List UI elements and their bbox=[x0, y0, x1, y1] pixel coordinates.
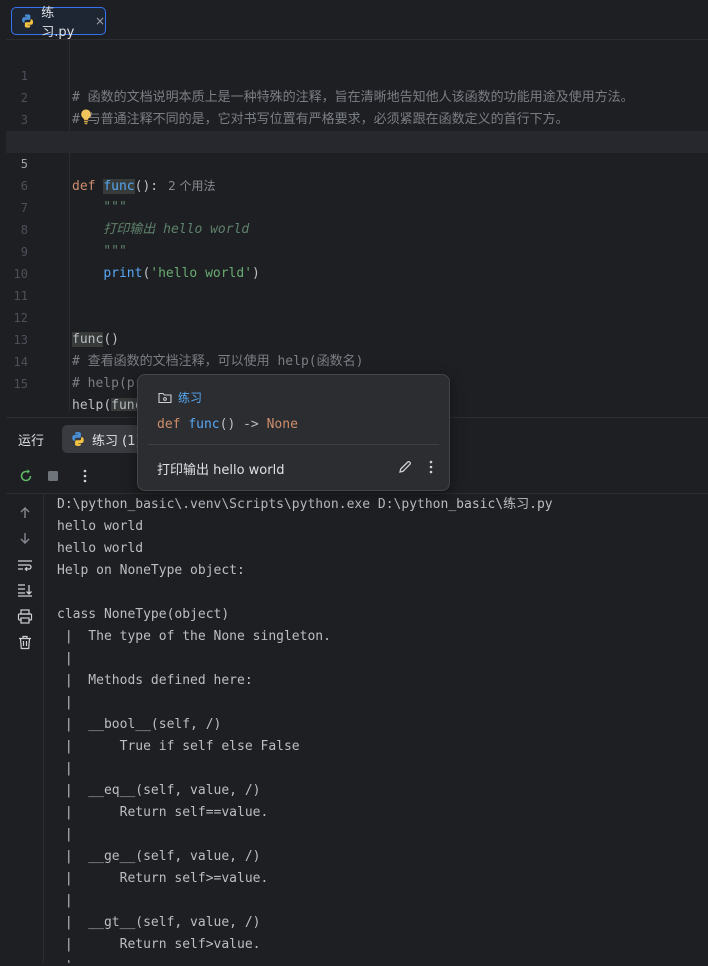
code-line: 13 # 查看函数的文档注释，可以使用 help(函数名) bbox=[6, 307, 708, 369]
trash-icon[interactable] bbox=[16, 633, 34, 651]
code-line: 1 # 函数的文档说明本质上是一种特殊的注释，旨在清晰地告知他人该函数的功能用途… bbox=[6, 43, 708, 105]
console-line: | __ge__(self, value, /) bbox=[57, 849, 261, 864]
console-line: Help on NoneType object: bbox=[57, 563, 245, 578]
editor-pane: 练习.py × 1 # 函数的文档说明本质上是一种特殊的注释，旨在清晰地告知他人… bbox=[6, 0, 708, 411]
console-output[interactable]: D:\python_basic\.venv\Scripts\python.exe… bbox=[57, 494, 697, 963]
lightbulb-icon[interactable] bbox=[78, 108, 94, 126]
console-line: | Return self>value. bbox=[57, 937, 261, 952]
file-tab-label: 练习.py bbox=[41, 6, 75, 40]
run-tab-label: 练习 (1) bbox=[92, 433, 141, 449]
run-panel: 运行 练习 (1) D:\python_basic\.venv\Scripts\… bbox=[6, 417, 708, 963]
console-line: | Return self==value. bbox=[57, 805, 269, 820]
line-number: 15 bbox=[13, 377, 28, 391]
code-line: 12 func() bbox=[6, 285, 708, 347]
close-tab-icon[interactable]: × bbox=[95, 14, 105, 28]
popup-divider bbox=[148, 444, 439, 445]
console-line: | bbox=[57, 827, 73, 842]
code-line: 4 bbox=[6, 109, 708, 149]
python-file-icon bbox=[22, 14, 34, 28]
code-line: 7 打印输出 hello world bbox=[6, 175, 708, 237]
code-line: 2 # 与普通注释不同的是，它对书写位置有严格要求，必须紧跟在函数定义的首行下方… bbox=[6, 65, 708, 127]
console-line: | __gt__(self, value, /) bbox=[57, 915, 261, 930]
stop-icon[interactable] bbox=[44, 467, 62, 485]
popup-module[interactable]: 练习 bbox=[158, 389, 202, 406]
code-line: 8 """ bbox=[6, 197, 708, 259]
console-line: | The type of the None singleton. bbox=[57, 629, 331, 644]
scroll-to-end-icon[interactable] bbox=[16, 581, 34, 599]
run-panel-title: 运行 bbox=[18, 434, 45, 449]
console-line: hello world bbox=[57, 541, 144, 556]
editor-tabbar: 练习.py × bbox=[6, 0, 708, 40]
code-line: 11 bbox=[6, 263, 708, 303]
folder-icon bbox=[158, 392, 172, 404]
console-line: | Methods defined here: bbox=[57, 673, 253, 688]
rerun-icon[interactable] bbox=[17, 467, 35, 485]
code-line: 3 bbox=[6, 87, 708, 127]
edit-pencil-icon[interactable] bbox=[397, 459, 413, 475]
console-line: | bbox=[57, 651, 73, 666]
arrow-up-icon[interactable] bbox=[16, 504, 34, 522]
code-area[interactable]: 1 # 函数的文档说明本质上是一种特殊的注释，旨在清晰地告知他人该函数的功能用途… bbox=[6, 40, 708, 411]
file-tab[interactable]: 练习.py × bbox=[11, 6, 106, 40]
popup-docstring: 打印输出 hello world bbox=[157, 463, 285, 478]
console-line: hello world bbox=[57, 519, 144, 534]
console-line: | bbox=[57, 893, 73, 908]
code-line-current: 5 def func(): 2 个用法 bbox=[6, 131, 708, 194]
console-line: | __bool__(self, /) bbox=[57, 717, 222, 732]
console-line: | True if self else False bbox=[57, 739, 300, 754]
soft-wrap-icon[interactable] bbox=[16, 556, 34, 574]
more-vertical-icon[interactable] bbox=[425, 459, 437, 475]
code-line: 9 print('hello world') bbox=[6, 219, 708, 281]
print-icon[interactable] bbox=[16, 607, 34, 625]
console-line: | Return self>=value. bbox=[57, 871, 269, 886]
console-line: | bbox=[57, 761, 73, 776]
console-line: class NoneType(object) bbox=[57, 607, 230, 622]
console-line: D:\python_basic\.venv\Scripts\python.exe… bbox=[57, 497, 553, 512]
arrow-down-icon[interactable] bbox=[16, 529, 34, 547]
console-side-toolbar bbox=[6, 494, 44, 963]
code-line: 6 """ bbox=[6, 153, 708, 215]
more-options-icon[interactable] bbox=[76, 467, 94, 485]
console-line: | bbox=[57, 956, 697, 963]
console-line: | __eq__(self, value, /) bbox=[57, 783, 261, 798]
run-config-tab[interactable]: 练习 (1) bbox=[62, 425, 144, 453]
code-line: 15 help(func()) bbox=[6, 351, 708, 411]
quick-documentation-popup: 练习 def func() -> None 打印输出 hello world bbox=[137, 374, 450, 491]
console-line: | bbox=[57, 695, 73, 710]
popup-module-label[interactable]: 练习 bbox=[178, 389, 202, 406]
code-line: 10 bbox=[6, 241, 708, 281]
popup-signature: def func() -> None bbox=[157, 417, 298, 432]
python-icon bbox=[72, 432, 84, 446]
code-line: 14 # help(print) bbox=[6, 329, 708, 391]
